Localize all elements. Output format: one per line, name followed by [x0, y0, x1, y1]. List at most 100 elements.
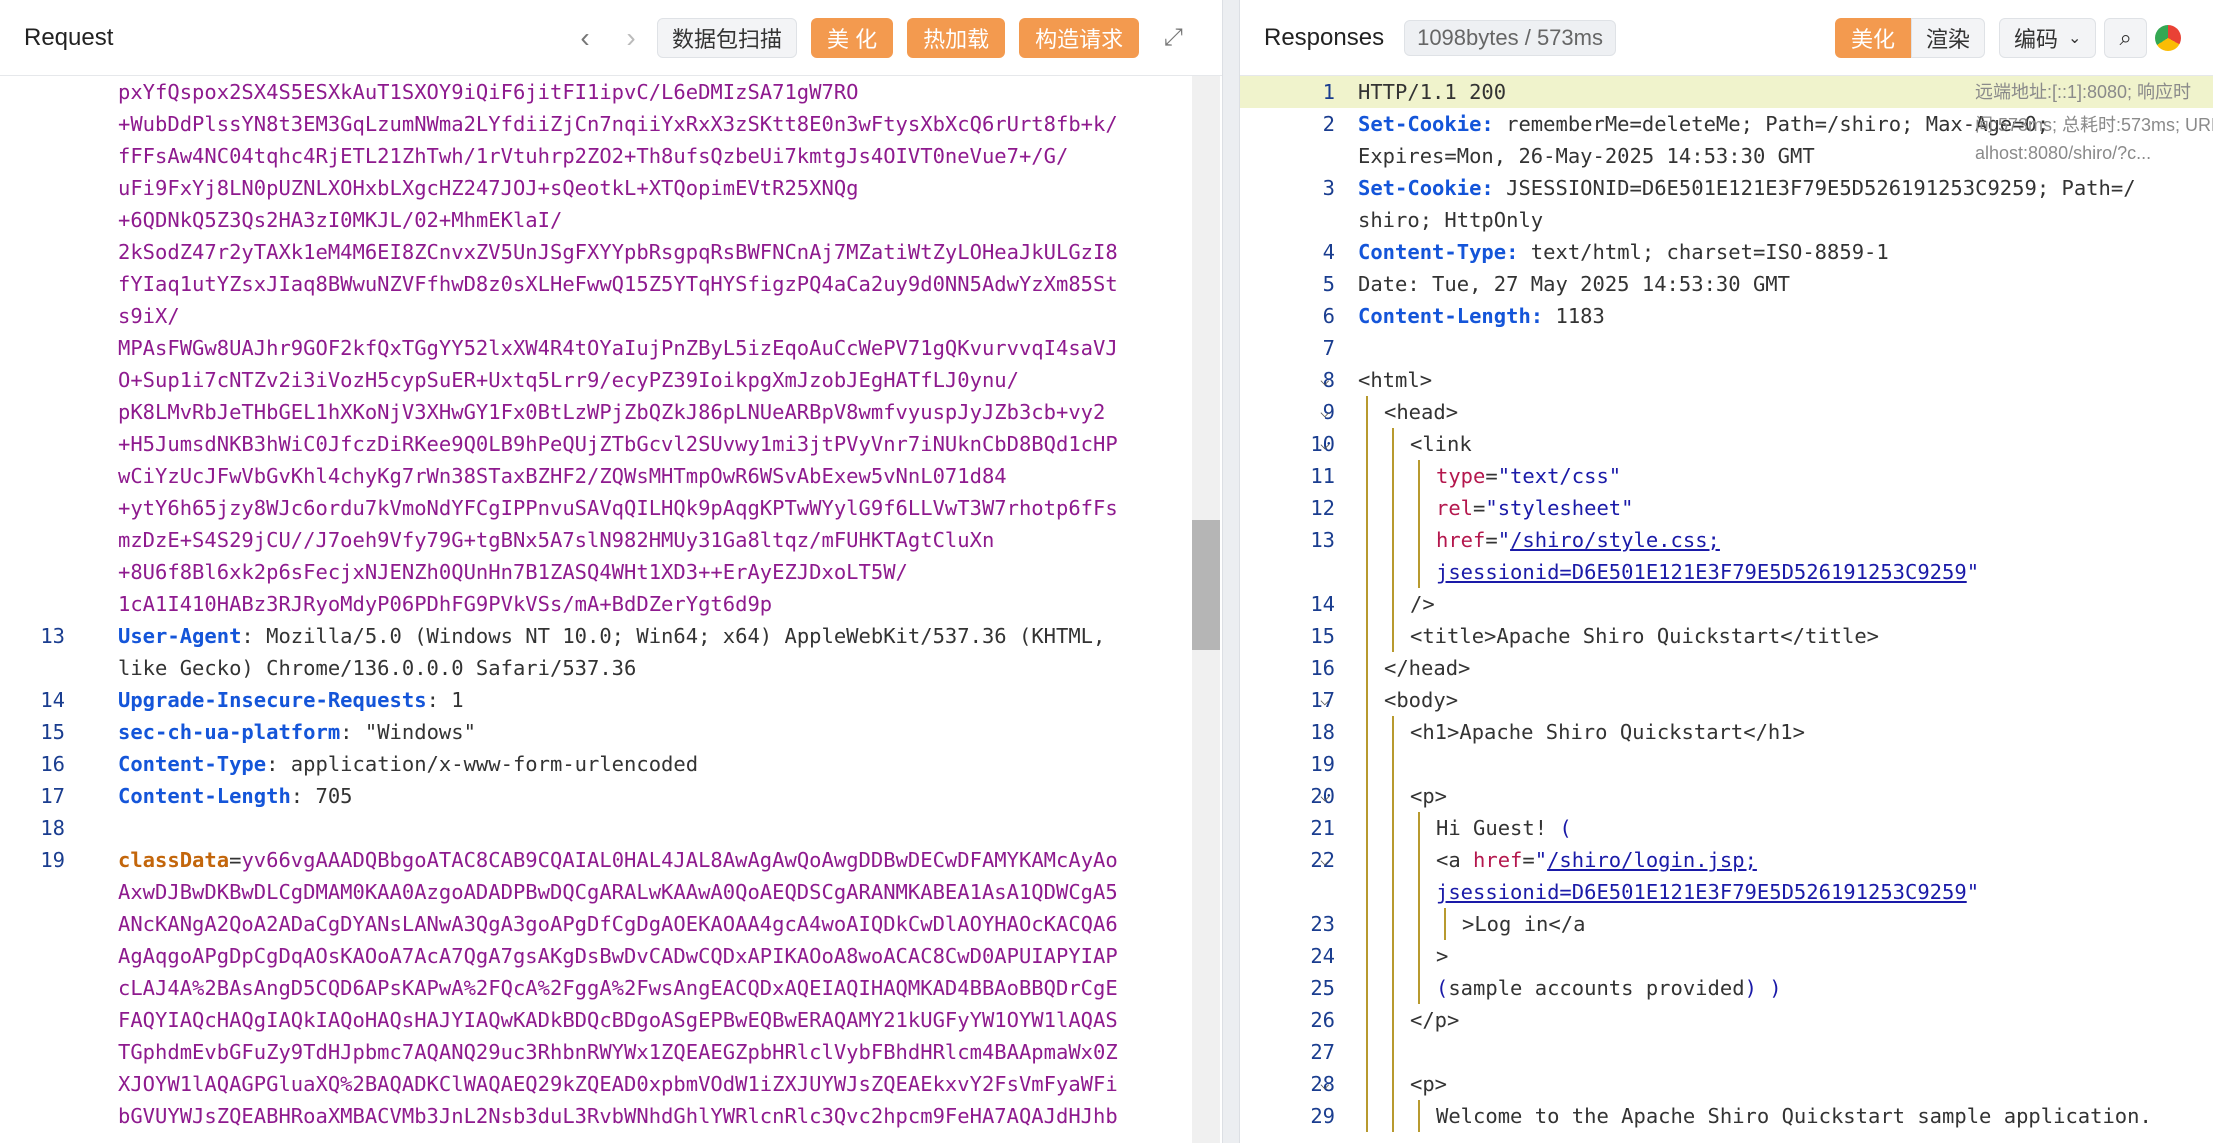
code-line: 17 Content-Length: 705	[0, 780, 1222, 812]
indent-guide	[1392, 876, 1394, 908]
code-token: uFi9FxYj8LN0pUZNLXOHxbLXgcHZ247JOJ+sQeot…	[118, 176, 859, 200]
packet-scan-button[interactable]: 数据包扫描	[657, 17, 798, 58]
indent-guide	[1392, 716, 1394, 748]
back-arrow-icon[interactable]: ‹	[565, 22, 605, 54]
response-viewer[interactable]: 1 HTTP/1.1 200 2 Set-Cookie: rememberMe=del…	[1240, 76, 2213, 1143]
code-token: =	[1473, 496, 1486, 520]
code-token: JSESSIONID=D6E501E121E3F79E5D526191253C9…	[1493, 176, 2136, 200]
indent-guide	[1366, 844, 1368, 876]
code-line: cLAJ4A%2BAsAngD5CQD6APsKAPwA%2FQcA%2FggA…	[0, 972, 1222, 1004]
pane-divider[interactable]	[1222, 0, 1240, 1143]
encoding-select[interactable]: 编码 ⌄	[1999, 17, 2097, 58]
code-token: </head>	[1384, 656, 1471, 680]
hot-load-button[interactable]: 热加载	[907, 17, 1006, 58]
indent-guide	[1366, 940, 1368, 972]
indent-guide	[1392, 588, 1394, 620]
line-number: 1	[1322, 80, 1335, 104]
expand-icon[interactable]: ⤢	[1153, 24, 1193, 52]
code-token: href	[1436, 528, 1486, 552]
fold-toggle-icon[interactable]: ⌵	[1320, 684, 1330, 716]
fold-toggle-icon[interactable]: ⌵	[1320, 844, 1330, 876]
fold-toggle-icon[interactable]: ⌵	[1320, 396, 1330, 428]
line-number: 17	[40, 784, 65, 808]
response-title: Responses	[1264, 23, 1385, 51]
beautify-button[interactable]: 美 化	[811, 17, 894, 58]
code-token: : Mozilla/5.0 (Windows NT 10.0; Win64; x…	[241, 624, 1106, 648]
indent-guide	[1418, 524, 1420, 556]
code-token: ) )	[1744, 976, 1782, 1000]
indent-guide	[1366, 684, 1368, 716]
code-line: 19 classData=yv66vgAAADQBbgoATAC8CAB9CQAI…	[0, 844, 1222, 876]
render-button[interactable]: 渲染	[1911, 17, 1986, 58]
indent-guide	[1366, 908, 1368, 940]
code-line: 4 Content-Type: text/html; charset=ISO-88…	[1240, 236, 2213, 268]
request-editor[interactable]: pxYfQspox2SX4S5ESXkAuT1SXOY9iQiF6jitFI1i…	[0, 76, 1222, 1143]
encoding-label: 编码	[2014, 26, 2059, 52]
code-token: yv66vgAAADQBbgoATAC8CAB9CQAIAL0HAL4JAL8A…	[241, 848, 1118, 872]
code-token: Content-Type	[118, 752, 267, 776]
chrome-icon[interactable]	[2154, 24, 2181, 51]
code-token: TGphdmEvbGFuZy9TdHJpbmc7AQANQ29uc3RhbnRW…	[118, 1040, 1118, 1064]
indent-guide	[1366, 1068, 1368, 1100]
line-number: 6	[1322, 304, 1335, 328]
fold-toggle-icon[interactable]: ⌵	[1320, 364, 1330, 396]
indent-guide	[1392, 748, 1394, 780]
code-text: />	[1410, 588, 1435, 620]
indent-guide	[1418, 908, 1420, 940]
code-token: <body>	[1384, 688, 1459, 712]
indent-guide	[1366, 1036, 1368, 1068]
code-token: =	[229, 848, 242, 872]
code-text: TGphdmEvbGFuZy9TdHJpbmc7AQANQ29uc3RhbnRW…	[118, 1036, 1118, 1068]
fold-toggle-icon[interactable]: ⌵	[1320, 780, 1330, 812]
chevron-down-icon: ⌄	[2068, 29, 2082, 47]
code-text: cLAJ4A%2BAsAngD5CQD6APsKAPwA%2FQcA%2FggA…	[118, 972, 1118, 1004]
indent-guide	[1366, 396, 1368, 428]
line-number: 13	[40, 624, 65, 648]
code-line: 9 ⌵ <head>	[1240, 396, 2213, 428]
code-token: 1cA1I410HABz3RJRyoMdyP06PDhFG9PVkVSs/mA+…	[118, 592, 773, 616]
indent-guide	[1392, 556, 1394, 588]
code-token: mzDzE+S4S29jCU//J7oeh9Vfy79G+tgBNx5A7slN…	[118, 528, 995, 552]
search-icon[interactable]: ⌕	[2104, 17, 2147, 58]
code-text: <p>	[1410, 1068, 1447, 1100]
code-token: jsessionid=D6E501E121E3F79E5D526191253C9…	[1436, 560, 1967, 584]
code-line: 15 sec-ch-ua-platform: "Windows"	[0, 716, 1222, 748]
code-text: >Log in</a	[1462, 908, 1585, 940]
code-token: +WubDdPlssYN8t3EM3GqLzumNWma2LYfdiiZjCn7…	[118, 112, 1118, 136]
code-line: +6QDNkQ5Z3Qs2HA3zI0MKJL/02+MhmEKlaI/	[0, 204, 1222, 236]
fold-toggle-icon[interactable]: ⌵	[1320, 1068, 1330, 1100]
code-token: "text/css"	[1497, 464, 1622, 488]
code-line: 12 rel="stylesheet"	[1240, 492, 2213, 524]
indent-guide	[1366, 748, 1368, 780]
code-token: <p>	[1410, 1072, 1448, 1096]
code-token: FAQYIAQcHAQgIAQkIAQoHAQsHAJYIAQwKADkBDQc…	[118, 1008, 1118, 1032]
code-token: /shiro/login.jsp;	[1547, 848, 1757, 872]
code-token: rememberMe=deleteMe; Path=/shiro; Max-Ag…	[1493, 112, 2050, 136]
forward-arrow-icon[interactable]: ›	[611, 22, 651, 54]
line-number: 4	[1322, 240, 1335, 264]
code-line: 3 Set-Cookie: JSESSIONID=D6E501E121E3F79E…	[1240, 172, 2213, 204]
code-line: s9iX/	[0, 300, 1222, 332]
line-number: 16	[40, 752, 65, 776]
code-text: >	[1436, 940, 1448, 972]
code-token: shiro; HttpOnly	[1358, 208, 1544, 232]
response-beautify-button[interactable]: 美化	[1835, 17, 1912, 58]
line-number: 19	[1310, 752, 1335, 776]
code-line: 29 Welcome to the Apache Shiro Quickstart…	[1240, 1100, 2213, 1132]
code-token: =	[1485, 528, 1498, 552]
request-scrollbar-thumb[interactable]	[1192, 520, 1220, 650]
indent-guide	[1366, 972, 1368, 1004]
code-line: 17 ⌵ <body>	[1240, 684, 2213, 716]
code-text: jsessionid=D6E501E121E3F79E5D526191253C9…	[1436, 876, 1979, 908]
code-token: User-Agent	[118, 624, 242, 648]
construct-request-button[interactable]: 构造请求	[1019, 17, 1140, 58]
code-line: AxwDJBwDKBwDLCgDMAM0KAA0AzgoADADPBwDQCgA…	[0, 876, 1222, 908]
line-number: 14	[1310, 592, 1335, 616]
code-text: <a href="/shiro/login.jsp;	[1436, 844, 1757, 876]
request-title: Request	[24, 23, 114, 51]
fold-toggle-icon[interactable]: ⌵	[1320, 428, 1330, 460]
line-number: 23	[1310, 912, 1335, 936]
code-line: MPAsFWGw8UAJhr9GOF2kfQxTGgYY52lxXW4R4tOY…	[0, 332, 1222, 364]
code-token: AxwDJBwDKBwDLCgDMAM0KAA0AzgoADADPBwDQCgA…	[118, 880, 1118, 904]
line-number: 29	[1310, 1104, 1335, 1128]
